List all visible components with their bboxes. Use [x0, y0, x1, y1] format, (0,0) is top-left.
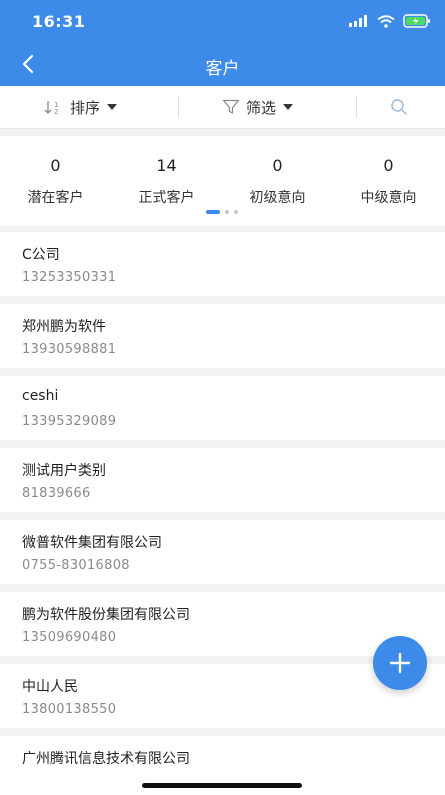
customer-card[interactable]: 微普软件集团有限公司 0755-83016808 [0, 520, 445, 584]
filter-icon [222, 99, 240, 114]
home-indicator [142, 783, 302, 788]
filter-button[interactable]: 筛选 [222, 86, 294, 128]
status-time: 16:31 [32, 12, 86, 31]
caret-down-icon [107, 104, 118, 110]
add-customer-button[interactable] [373, 636, 427, 690]
customer-card[interactable]: 郑州鹏为软件 13930598881 [0, 304, 445, 368]
customer-phone: 13509690480 [22, 630, 117, 645]
stat-count: 0 [383, 156, 394, 175]
stat-count: 0 [50, 156, 61, 175]
stat-count: 14 [156, 156, 177, 175]
stat-potential[interactable]: 0 潜在客户 [0, 136, 111, 207]
stat-count: 0 [272, 156, 283, 175]
stat-mid-intent[interactable]: 0 中级意向 [333, 136, 444, 207]
search-button[interactable] [390, 86, 408, 128]
svg-text:2: 2 [54, 108, 58, 115]
signal-icon [349, 15, 367, 27]
customer-name: 鹏为软件股份集团有限公司 [22, 607, 190, 623]
customer-phone: 13930598881 [22, 342, 117, 357]
customer-phone: 13253350331 [22, 270, 117, 285]
stat-label: 潜在客户 [27, 190, 84, 206]
sort-button[interactable]: 1 2 排序 [44, 86, 118, 128]
customer-name: 微普软件集团有限公司 [22, 535, 162, 551]
page-dot [234, 210, 238, 214]
search-icon [391, 99, 407, 115]
customer-name: 测试用户类别 [22, 463, 106, 479]
sort-icon: 1 2 [44, 101, 58, 115]
customer-phone: 81839666 [22, 486, 91, 501]
status-icons [349, 14, 431, 28]
caret-down-icon [283, 104, 294, 110]
customer-name: 中山人民 [22, 679, 78, 695]
customer-name: ceshi [22, 388, 59, 404]
stat-label: 正式客户 [138, 190, 195, 206]
stat-initial-intent[interactable]: 0 初级意向 [222, 136, 333, 207]
stat-label: 中级意向 [360, 190, 417, 206]
page-indicator [206, 210, 238, 214]
page-dot-active [206, 210, 220, 214]
page-dot [225, 210, 229, 214]
stats-panel: 0 潜在客户 14 正式客户 0 初级意向 0 中级意向 [0, 136, 445, 226]
filter-label: 筛选 [246, 98, 277, 117]
battery-icon [403, 14, 430, 28]
customer-card[interactable]: ceshi 13395329089 [0, 376, 445, 440]
toolbar-divider [356, 96, 357, 118]
plus-icon [389, 652, 411, 674]
customer-name: 郑州鹏为软件 [22, 319, 106, 335]
customer-card[interactable]: 测试用户类别 81839666 [0, 448, 445, 512]
page-title: 客户 [205, 59, 240, 79]
customer-phone: 13395329089 [22, 414, 117, 429]
toolbar-divider [178, 96, 179, 118]
sort-label: 排序 [70, 98, 101, 117]
customer-phone: 13800138550 [22, 702, 117, 717]
stat-label: 初级意向 [249, 190, 306, 206]
app-header: 16:31 客户 [0, 0, 445, 86]
customer-name: 广州腾讯信息技术有限公司 [22, 751, 190, 767]
customer-name: C公司 [22, 247, 60, 263]
customer-card[interactable]: C公司 13253350331 [0, 232, 445, 296]
wifi-icon [377, 14, 395, 28]
toolbar: 1 2 排序 筛选 [0, 86, 445, 129]
customer-phone: 0755-83016808 [22, 558, 130, 573]
stat-formal[interactable]: 14 正式客户 [111, 136, 222, 207]
